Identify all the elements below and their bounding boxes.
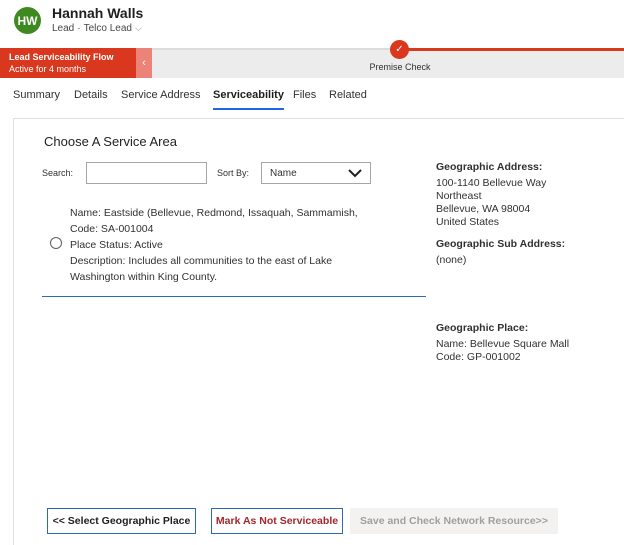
search-input[interactable]	[86, 162, 207, 184]
stage-connector-gray	[152, 48, 400, 50]
address-line: Northeast	[436, 190, 482, 202]
form-selector[interactable]: Telco Lead	[84, 23, 132, 34]
sub-address-heading: Geographic Sub Address:	[436, 238, 566, 250]
tab-details[interactable]: Details	[74, 89, 108, 101]
record-subtitle: Lead · Telco Lead ⌵	[52, 23, 142, 34]
sort-label: Sort By:	[217, 168, 250, 178]
item-description: Description: Includes all communities to…	[70, 255, 333, 283]
list-item[interactable]: Name: Eastside (Bellevue, Redmond, Issaq…	[70, 205, 390, 285]
select-geographic-place-button[interactable]: << Select Geographic Place	[47, 508, 196, 534]
address-line: United States	[436, 216, 500, 228]
record-name: Hannah Walls	[52, 5, 144, 21]
chevron-down-icon[interactable]: ⌵	[135, 23, 142, 34]
item-code: Code: SA-001004	[70, 223, 154, 235]
stage-label[interactable]: Premise Check	[364, 62, 436, 72]
flow-title: Lead Serviceability Flow	[9, 52, 114, 62]
place-name: Name: Bellevue Square Mall	[436, 338, 570, 350]
address-line: 100-1140 Bellevue Way	[436, 177, 547, 189]
section-title: Choose A Service Area	[44, 134, 177, 149]
item-name: Name: Eastside (Bellevue, Redmond, Issaq…	[70, 207, 358, 219]
geographic-place: Geographic Place: Name: Bellevue Square …	[436, 322, 569, 364]
sort-by-select[interactable]: Name	[261, 162, 371, 184]
sub-address-value: (none)	[436, 254, 467, 266]
address-line: Bellevue, WA 98004	[436, 203, 531, 215]
tab-service-address[interactable]: Service Address	[121, 89, 200, 101]
separator-dot: ·	[77, 23, 81, 34]
avatar: HW	[14, 7, 41, 34]
record-header: HW Hannah Walls Lead · Telco Lead ⌵	[0, 0, 624, 48]
flow-status: Active for 4 months	[9, 64, 87, 74]
tab-bar: Summary Details Service Address Servicea…	[0, 80, 624, 114]
list-divider	[42, 296, 426, 297]
place-code: Code: GP-001002	[436, 351, 521, 363]
geographic-sub-address: Geographic Sub Address: (none)	[436, 238, 565, 267]
geographic-address: Geographic Address: 100-1140 Bellevue Wa…	[436, 161, 546, 229]
search-label: Search:	[42, 168, 74, 178]
chevron-down-icon	[348, 169, 362, 178]
address-heading: Geographic Address:	[436, 161, 543, 173]
tab-related[interactable]: Related	[329, 89, 367, 101]
mark-not-serviceable-button[interactable]: Mark As Not Serviceable	[211, 508, 343, 534]
stage-connector-active	[400, 48, 624, 51]
place-heading: Geographic Place:	[436, 322, 529, 334]
service-area-radio[interactable]	[50, 237, 62, 249]
collapse-flow-button[interactable]: ‹	[136, 48, 152, 78]
entity-label: Lead	[52, 23, 75, 34]
tab-files[interactable]: Files	[293, 89, 316, 101]
sort-value: Name	[270, 167, 297, 179]
process-flow-name[interactable]: Lead Serviceability Flow Active for 4 mo…	[0, 48, 136, 78]
save-and-check-button[interactable]: Save and Check Network Resource>>	[350, 508, 558, 534]
item-status: Place Status: Active	[70, 239, 163, 251]
tab-serviceability[interactable]: Serviceability	[213, 89, 284, 110]
tab-summary[interactable]: Summary	[13, 89, 60, 101]
stage-complete-icon[interactable]: ✓	[390, 40, 409, 59]
chevron-left-icon: ‹	[142, 57, 146, 69]
